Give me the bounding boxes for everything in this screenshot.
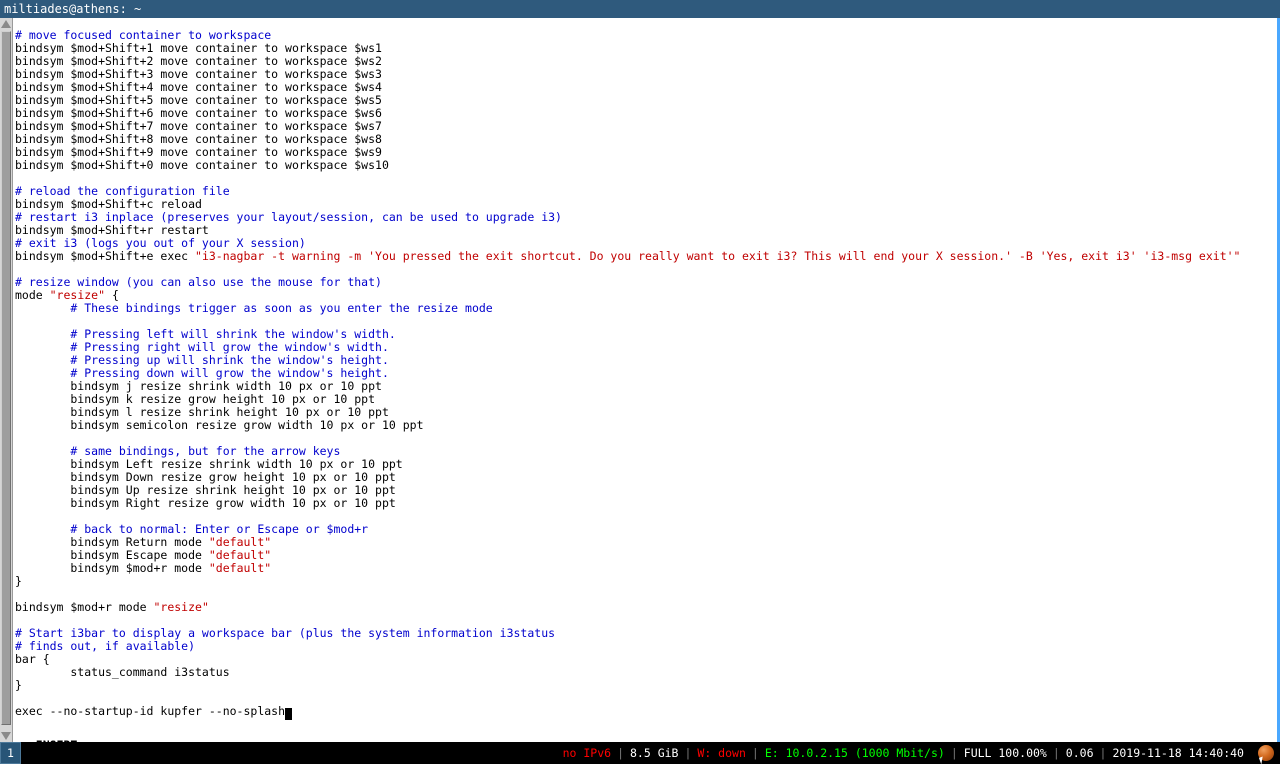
- code-text: bindsym $mod+Shift+e exec: [15, 249, 196, 263]
- code-text: bindsym j resize shrink width 10 px or 1…: [15, 379, 382, 393]
- string-text: "default": [208, 548, 272, 562]
- editor-line: bindsym $mod+Shift+0 move container to w…: [15, 159, 1275, 172]
- status-item[interactable]: FULL 100.00%: [958, 742, 1053, 764]
- status-item[interactable]: E: 10.0.2.15 (1000 Mbit/s): [759, 742, 951, 764]
- comment-text: # move focused container to workspace: [15, 28, 272, 42]
- code-text: mode: [15, 288, 50, 302]
- i3-status-bar[interactable]: 1 no IPv6 | 8.5 GiB | W: down | E: 10.0.2.15 (…: [0, 742, 1280, 764]
- chevron-down-icon: [1, 732, 11, 740]
- code-text: bindsym l resize shrink height 10 px or …: [15, 405, 389, 419]
- code-text: }: [15, 678, 22, 692]
- scrollbar-thumb[interactable]: [1, 31, 11, 725]
- code-text: bindsym $mod+Shift+4 move container to w…: [15, 80, 382, 94]
- editor-line: # These bindings trigger as soon as you …: [15, 302, 1275, 315]
- editor-line: }: [15, 679, 1275, 692]
- code-text: bindsym semicolon resize grow width 10 p…: [15, 418, 424, 432]
- comment-text: # These bindings trigger as soon as you …: [15, 301, 493, 315]
- comment-text: # same bindings, but for the arrow keys: [15, 444, 341, 458]
- status-separator: |: [617, 746, 624, 760]
- code-text: bindsym $mod+Shift+r restart: [15, 223, 209, 237]
- comment-text: # Pressing up will shrink the window's h…: [15, 353, 389, 367]
- status-item[interactable]: W: down: [691, 742, 751, 764]
- status-separator: |: [684, 746, 692, 760]
- status-item[interactable]: no IPv6: [557, 742, 617, 764]
- code-text: bar {: [15, 652, 50, 666]
- comment-text: # Pressing down will grow the window's h…: [15, 366, 389, 380]
- editor-line: # Start i3bar to display a workspace bar…: [15, 627, 1275, 640]
- scrollbar-up-button[interactable]: [0, 18, 12, 30]
- string-text: "resize": [153, 600, 209, 614]
- code-text: bindsym $mod+Shift+7 move container to w…: [15, 119, 382, 133]
- editor-line: bindsym $mod+r mode "default": [15, 562, 1275, 575]
- editor-line: status_command i3status: [15, 666, 1275, 679]
- comment-text: # resize window (you can also use the mo…: [15, 275, 382, 289]
- editor-line: bindsym Right resize grow width 10 px or…: [15, 497, 1275, 510]
- status-separator: |: [1099, 746, 1107, 760]
- code-text: bindsym $mod+Shift+6 move container to w…: [15, 106, 382, 120]
- code-text: exec --no-startup-id kupfer --no-splash: [15, 704, 286, 718]
- code-text: bindsym $mod+Shift+1 move container to w…: [15, 41, 382, 55]
- string-text: "default": [208, 535, 272, 549]
- comment-text: # restart i3 inplace (preserves your lay…: [15, 210, 562, 224]
- text-cursor: [285, 708, 293, 720]
- comment-text: # Pressing left will shrink the window's…: [15, 327, 396, 341]
- code-text: bindsym $mod+Shift+c reload: [15, 197, 202, 211]
- i3-window-frame: miltiades@athens: ~ # move focused conta…: [0, 0, 1280, 742]
- string-text: "i3-nagbar -t warning -m 'You pressed th…: [195, 249, 1241, 263]
- editor-line: }: [15, 575, 1275, 588]
- editor-line: bindsym $mod+r mode "resize": [15, 601, 1275, 614]
- scrollbar-down-button[interactable]: [0, 730, 12, 742]
- code-text: bindsym Down resize grow height 10 px or…: [15, 470, 396, 484]
- comment-text: # reload the configuration file: [15, 184, 230, 198]
- code-text: bindsym Up resize shrink height 10 px or…: [15, 483, 396, 497]
- editor-line: bindsym semicolon resize grow width 10 p…: [15, 419, 1275, 432]
- editor-line: bindsym $mod+Shift+e exec "i3-nagbar -t …: [15, 250, 1275, 263]
- comment-text: # Start i3bar to display a workspace bar…: [15, 626, 556, 640]
- code-text: bindsym Return mode: [15, 535, 209, 549]
- window-titlebar[interactable]: miltiades@athens: ~: [0, 0, 1280, 18]
- vim-status-line: -- INSERT -- 172,40 Bot: [15, 724, 1273, 742]
- status-separator: |: [950, 746, 958, 760]
- terminal-client-area[interactable]: # move focused container to workspace bin…: [0, 18, 1277, 742]
- editor-text-buffer[interactable]: # move focused container to workspace bin…: [15, 18, 1275, 742]
- status-separator: |: [1052, 746, 1060, 760]
- terminal-scrollbar[interactable]: [0, 18, 13, 742]
- comment-text: # Pressing right will grow the window's …: [15, 340, 389, 354]
- code-text: }: [15, 574, 22, 588]
- code-text: bindsym $mod+r mode: [15, 561, 209, 575]
- code-text: bindsym $mod+Shift+0 move container to w…: [15, 158, 389, 172]
- status-item[interactable]: 8.5 GiB: [624, 742, 684, 764]
- status-item[interactable]: 0.06: [1060, 742, 1100, 764]
- comment-text: # finds out, if available): [15, 639, 196, 653]
- code-text: {: [105, 288, 119, 302]
- code-text: bindsym k resize grow height 10 px or 10…: [15, 392, 376, 406]
- string-text: "default": [208, 561, 272, 575]
- code-text: bindsym $mod+Shift+2 move container to w…: [15, 54, 382, 68]
- code-text: bindsym $mod+Shift+8 move container to w…: [15, 132, 382, 146]
- comment-text: # back to normal: Enter or Escape or $mo…: [15, 522, 369, 536]
- status-separator: |: [751, 746, 759, 760]
- code-text: bindsym $mod+r mode: [15, 600, 154, 614]
- code-text: bindsym Escape mode: [15, 548, 209, 562]
- comment-text: # exit i3 (logs you out of your X sessio…: [15, 236, 306, 250]
- code-text: status_command i3status: [15, 665, 230, 679]
- editor-line: # finds out, if available): [15, 640, 1275, 653]
- code-text: bindsym $mod+Shift+9 move container to w…: [15, 145, 382, 159]
- workspace-button-list[interactable]: 1: [0, 742, 21, 764]
- code-text: bindsym Right resize grow width 10 px or…: [15, 496, 396, 510]
- editor-line: # reload the configuration file: [15, 185, 1275, 198]
- editor-line: # resize window (you can also use the mo…: [15, 276, 1275, 289]
- editor-line: exec --no-startup-id kupfer --no-splash: [15, 704, 1275, 720]
- string-text: "resize": [49, 288, 106, 302]
- status-item-list: no IPv6 | 8.5 GiB | W: down | E: 10.0.2.15 (10…: [557, 742, 1250, 764]
- chevron-up-icon: [1, 20, 11, 28]
- status-item[interactable]: 2019-11-18 14:40:40: [1106, 742, 1250, 764]
- code-text: bindsym $mod+Shift+5 move container to w…: [15, 93, 382, 107]
- code-text: bindsym Left resize shrink width 10 px o…: [15, 457, 403, 471]
- workspace-button-1[interactable]: 1: [0, 742, 21, 764]
- code-text: bindsym $mod+Shift+3 move container to w…: [15, 67, 382, 81]
